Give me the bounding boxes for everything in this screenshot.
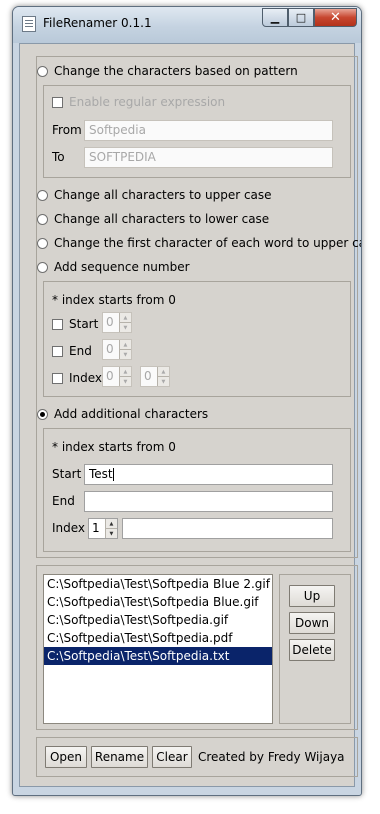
pattern-radio[interactable]: [37, 65, 48, 77]
pattern-subpanel: Enable regular expression From Softpedia…: [43, 85, 351, 178]
spin-down-icon[interactable]: ▼: [105, 529, 117, 538]
additional-start-value: Test: [89, 467, 113, 481]
close-button[interactable]: ✕: [314, 8, 357, 27]
to-label: To: [52, 150, 65, 164]
sequence-end-spinner[interactable]: 0 ▲ ▼: [102, 339, 132, 360]
sequence-end-checkbox[interactable]: [52, 345, 63, 357]
minimize-button[interactable]: ▁: [262, 8, 288, 27]
sequence-index-checkbox[interactable]: [52, 372, 63, 384]
file-list-item[interactable]: C:\Softpedia\Test\Softpedia Blue.gif: [44, 593, 272, 611]
file-list-panel: C:\Softpedia\Test\Softpedia Blue 2.gif C…: [36, 565, 358, 730]
app-window: FileRenamer 0.1.1 ▁ □ ✕ Change the chara…: [12, 6, 362, 796]
app-icon[interactable]: [22, 16, 36, 32]
additional-index-field[interactable]: [122, 518, 333, 539]
spin-up-icon[interactable]: ▲: [119, 367, 131, 377]
additional-subpanel: * index starts from 0 Start Test End Ind…: [43, 428, 351, 552]
sequence-start-checkbox[interactable]: [52, 318, 63, 330]
options-panel: Change the characters based on pattern E…: [36, 56, 361, 558]
file-list[interactable]: C:\Softpedia\Test\Softpedia Blue 2.gif C…: [43, 574, 273, 724]
additional-index-spinner[interactable]: 1 ▲ ▼: [88, 518, 118, 539]
lower-case-radio[interactable]: [37, 213, 48, 225]
additional-start-label: Start: [52, 467, 82, 481]
sequence-index-spinner-2[interactable]: 0 ▲ ▼: [140, 366, 170, 387]
clear-button[interactable]: Clear: [152, 746, 192, 768]
up-button[interactable]: Up: [289, 585, 335, 607]
title-case-radio[interactable]: [37, 237, 48, 249]
regex-checkbox[interactable]: [52, 96, 63, 108]
upper-case-option[interactable]: Change all characters to upper case: [37, 188, 272, 202]
title-case-label: Change the first character of each word …: [54, 236, 362, 250]
footer-panel: Open Rename Clear Created by Fredy Wijay…: [36, 737, 358, 777]
sequence-start-value: 0: [106, 315, 114, 329]
spin-down-icon[interactable]: ▼: [119, 377, 131, 386]
credit-text: Created by Fredy Wijaya: [198, 750, 345, 764]
title-bar[interactable]: FileRenamer 0.1.1 ▁ □ ✕: [13, 7, 361, 43]
additional-index-label: Index: [52, 521, 86, 535]
open-button[interactable]: Open: [45, 746, 87, 768]
additional-radio-label: Add additional characters: [54, 407, 209, 421]
lower-case-option[interactable]: Change all characters to lower case: [37, 212, 269, 226]
pattern-option[interactable]: Change the characters based on pattern: [37, 64, 298, 78]
delete-button[interactable]: Delete: [289, 639, 335, 661]
sequence-end-value: 0: [106, 342, 114, 356]
file-list-item[interactable]: C:\Softpedia\Test\Softpedia.pdf: [44, 629, 272, 647]
lower-case-label: Change all characters to lower case: [54, 212, 270, 226]
additional-end-label: End: [52, 494, 75, 508]
text-caret: [112, 468, 114, 481]
from-field[interactable]: Softpedia: [84, 120, 333, 141]
sequence-radio[interactable]: [37, 261, 48, 273]
sequence-option[interactable]: Add sequence number: [37, 260, 190, 274]
sequence-index-spinner-1[interactable]: 0 ▲ ▼: [102, 366, 132, 387]
regex-option[interactable]: Enable regular expression: [52, 95, 225, 109]
additional-end-field[interactable]: [84, 491, 333, 512]
file-list-item[interactable]: C:\Softpedia\Test\Softpedia.gif: [44, 611, 272, 629]
sequence-index-label: Index: [69, 371, 103, 385]
sequence-label: Add sequence number: [54, 260, 190, 274]
upper-case-radio[interactable]: [37, 189, 48, 201]
sequence-start-option[interactable]: Start: [52, 317, 98, 331]
sequence-start-label: Start: [69, 317, 99, 331]
sequence-start-spinner[interactable]: 0 ▲ ▼: [102, 312, 132, 333]
window-controls: ▁ □ ✕: [262, 8, 357, 27]
to-field[interactable]: SOFTPEDIA: [84, 147, 333, 168]
spin-up-icon[interactable]: ▲: [157, 367, 169, 377]
spin-up-icon[interactable]: ▲: [119, 340, 131, 350]
sequence-end-label: End: [69, 344, 92, 358]
maximize-button[interactable]: □: [288, 8, 314, 27]
sequence-index-value-2: 0: [144, 369, 152, 383]
regex-label: Enable regular expression: [69, 95, 226, 109]
additional-option[interactable]: Add additional characters: [37, 407, 208, 421]
additional-index-value: 1: [92, 521, 100, 535]
spin-up-icon[interactable]: ▲: [119, 313, 131, 323]
sequence-note: * index starts from 0: [52, 293, 176, 307]
title-case-option[interactable]: Change the first character of each word …: [37, 236, 362, 250]
file-list-item[interactable]: C:\Softpedia\Test\Softpedia Blue 2.gif: [44, 575, 272, 593]
down-button[interactable]: Down: [289, 612, 335, 634]
additional-note: * index starts from 0: [52, 440, 176, 454]
additional-start-field[interactable]: Test: [84, 464, 333, 485]
sequence-end-option[interactable]: End: [52, 344, 92, 358]
spin-down-icon[interactable]: ▼: [119, 350, 131, 359]
window-title: FileRenamer 0.1.1: [43, 16, 152, 30]
additional-radio[interactable]: [37, 408, 48, 420]
spin-down-icon[interactable]: ▼: [157, 377, 169, 386]
from-label: From: [52, 123, 82, 137]
spin-up-icon[interactable]: ▲: [105, 519, 117, 529]
sequence-index-value-1: 0: [106, 369, 114, 383]
rename-button[interactable]: Rename: [91, 746, 148, 768]
sequence-subpanel: * index starts from 0 Start 0 ▲ ▼ End 0 ▲…: [43, 281, 351, 397]
spin-down-icon[interactable]: ▼: [119, 323, 131, 332]
pattern-radio-label: Change the characters based on pattern: [54, 64, 298, 78]
list-buttons-panel: Up Down Delete: [279, 574, 351, 724]
file-list-item-selected[interactable]: C:\Softpedia\Test\Softpedia.txt: [44, 647, 272, 665]
client-area: Change the characters based on pattern E…: [19, 43, 361, 787]
upper-case-label: Change all characters to upper case: [54, 188, 272, 202]
sequence-index-option[interactable]: Index: [52, 371, 102, 385]
